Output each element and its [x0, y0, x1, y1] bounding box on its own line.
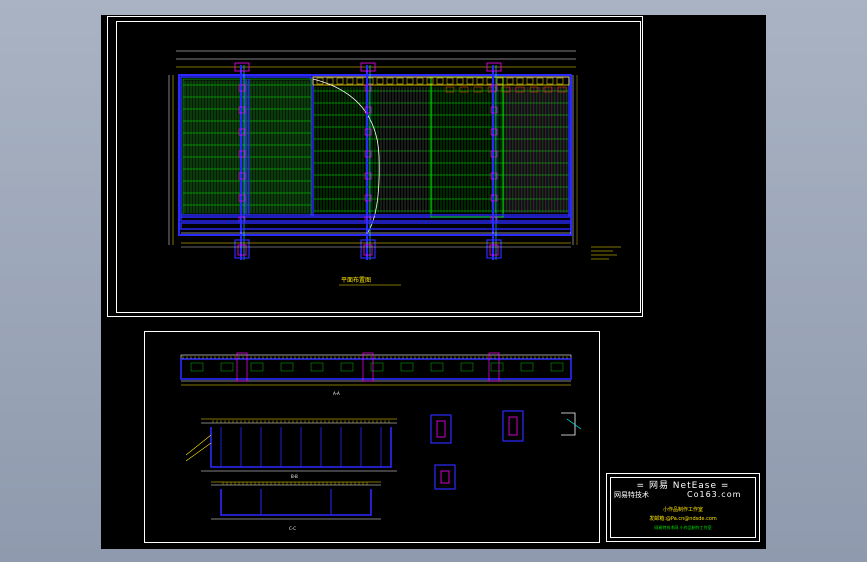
section-b-b — [201, 418, 397, 472]
title-block-subtitle: 网易特技术 — [614, 491, 649, 499]
drawing-label: A-A — [333, 391, 340, 396]
drawing-label: C-C — [289, 526, 296, 531]
left-tank-grid — [182, 78, 312, 216]
detail-drawings — [430, 410, 582, 490]
drawing-label: 平面布置图 — [341, 276, 371, 284]
title-block-studio: 小作品制作工作室 — [662, 507, 703, 513]
title-block-email: 发邮箱:@Pa.cn@ndsde.com — [649, 516, 717, 522]
section-c-c — [211, 481, 381, 520]
title-block: = 网易 NetEase = 网易特技术 Co163.com 小作品制作工作室 … — [606, 473, 760, 542]
plan-drawing: 平面布置图 A-A B-B C-C — [168, 50, 621, 531]
title-block-footer: 网易特技术网 小作品制作工作室 — [654, 525, 712, 530]
title-block-site: Co163.com — [687, 490, 742, 499]
drawing-label: B-B — [291, 474, 298, 479]
section-a-a — [180, 354, 572, 386]
cad-drawing-canvas[interactable]: 平面布置图 A-A B-B C-C = 网易 NetEase = 网易特技术 C… — [101, 15, 766, 549]
